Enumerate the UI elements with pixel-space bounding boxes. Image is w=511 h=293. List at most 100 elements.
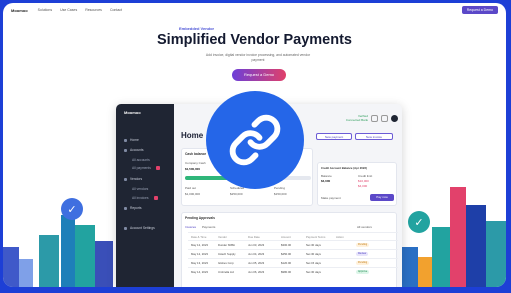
table-cell: May 13, 2023 bbox=[191, 261, 208, 265]
status-badge[interactable]: Review bbox=[356, 251, 369, 256]
table-row[interactable]: May 12, 2023 Initech Supply Jun 04, 2023 $4… bbox=[188, 249, 398, 257]
hero-title: Simplified Vendor Payments bbox=[157, 32, 352, 48]
nav-link-contact[interactable]: Contact bbox=[110, 8, 122, 12]
table-row[interactable]: May 14, 2023 Umbrella Ltd Jun 06, 2023 $980… bbox=[188, 267, 398, 275]
link-icon bbox=[229, 114, 281, 166]
tab-payments[interactable]: Payments bbox=[202, 225, 215, 229]
building-left-1 bbox=[3, 247, 19, 287]
building-left-3 bbox=[39, 235, 59, 287]
card-title: Cash balance bbox=[185, 152, 207, 156]
pay-now-button[interactable]: Pay now bbox=[370, 194, 394, 201]
app-brand: Moomoo bbox=[124, 110, 141, 115]
building-right-3 bbox=[432, 227, 450, 287]
credit-value-c: $4,000 bbox=[358, 184, 368, 188]
pending-approvals-card: Pending Approvals Invoices Payments All … bbox=[181, 212, 398, 287]
sidebar-item-label: Accounts bbox=[130, 148, 144, 152]
limit-label: Credit limit bbox=[358, 174, 373, 178]
table-header-cell: Amount bbox=[281, 235, 291, 239]
table-header-cell: Due Date bbox=[248, 235, 260, 239]
table-cell: May 14, 2023 bbox=[191, 270, 208, 274]
building-left-6 bbox=[95, 241, 113, 287]
sidebar-item-all-vendors[interactable]: All vendors bbox=[132, 187, 148, 191]
page-frame: Moomoo Solutions Use Cases Resources Con… bbox=[3, 3, 506, 287]
sidebar-item-label: Vendors bbox=[130, 177, 143, 181]
bank-icon bbox=[124, 148, 127, 152]
building-right-1 bbox=[400, 247, 418, 287]
table-cell: Jun 06, 2023 bbox=[248, 270, 265, 274]
table-header: Date & Time Vendor Due Date Amount Payment T… bbox=[188, 232, 398, 240]
paid-label: Paid out bbox=[185, 186, 197, 190]
table-header-cell: Action bbox=[336, 235, 344, 239]
table-row[interactable]: May 13, 2023 Globex Corp Jun 05, 2023 $120.… bbox=[188, 258, 398, 266]
building-right-5 bbox=[466, 205, 486, 287]
tab-invoices[interactable]: Invoices bbox=[185, 225, 196, 229]
sidebar-item-all-payments[interactable]: All payments bbox=[132, 166, 160, 170]
avatar[interactable] bbox=[391, 115, 398, 122]
nav-link-solutions[interactable]: Solutions bbox=[38, 8, 52, 12]
table-header-cell: Date & Time bbox=[191, 235, 207, 239]
paid-value: $1,000,000 bbox=[185, 192, 201, 196]
cash-value: $1,500,000 bbox=[185, 167, 201, 171]
vendor-filter[interactable]: All vendors bbox=[357, 225, 372, 229]
reports-icon bbox=[124, 206, 127, 210]
table-cell: Jun 05, 2023 bbox=[248, 261, 265, 265]
sidebar-item-label: All payments bbox=[132, 166, 151, 170]
building-left-5 bbox=[75, 225, 95, 287]
table-cell: Umbrella Ltd bbox=[218, 270, 234, 274]
bank-status: Verified Connected Bank bbox=[346, 114, 368, 122]
sidebar-item-label: Home bbox=[130, 138, 139, 142]
cash-label: Company Cash bbox=[185, 161, 206, 165]
sidebar-item-home[interactable]: Home bbox=[124, 138, 139, 142]
sidebar-item-label: All vendors bbox=[132, 187, 149, 191]
vendor-icon bbox=[124, 177, 127, 181]
table-cell: Globex Corp bbox=[218, 261, 234, 265]
credit-balance-card: Credit Account Balance (Apr 2023) Balanc… bbox=[317, 162, 397, 206]
table-cell: Jun 03, 2023 bbox=[248, 243, 265, 247]
table-cell: Net 15 days bbox=[306, 261, 321, 265]
bell-icon[interactable] bbox=[381, 115, 388, 122]
site-links: Solutions Use Cases Resources Contact bbox=[38, 8, 122, 12]
table-header-cell: Vendor bbox=[218, 235, 227, 239]
hero-demo-button[interactable]: Request a Demo bbox=[232, 69, 286, 81]
building-left-4 bbox=[61, 215, 75, 287]
sidebar-item-label: All accounts bbox=[132, 158, 150, 162]
notification-badge bbox=[153, 196, 158, 200]
balance-value: $4,000 bbox=[321, 179, 331, 183]
new-payment-button[interactable]: New payment bbox=[316, 133, 352, 140]
table-header-cell: Payment Terms bbox=[306, 235, 326, 239]
home-icon bbox=[124, 138, 127, 142]
menu-icon[interactable] bbox=[371, 115, 378, 122]
sidebar-item-label: Reports bbox=[130, 206, 142, 210]
status-badge[interactable]: Pending bbox=[356, 242, 370, 247]
sidebar-item-all-accounts[interactable]: All accounts bbox=[132, 158, 150, 162]
link-badge bbox=[206, 91, 304, 189]
new-invoice-button[interactable]: New invoice bbox=[355, 133, 393, 140]
card-title: Pending Approvals bbox=[185, 216, 215, 220]
nav-link-resources[interactable]: Resources bbox=[85, 8, 102, 12]
table-cell: May 12, 2023 bbox=[191, 243, 208, 247]
sidebar-item-vendors[interactable]: Vendors bbox=[124, 177, 142, 181]
nav-demo-button[interactable]: Request a Demo bbox=[461, 6, 498, 14]
hero-subtitle: Add invoice, digital vendor invoice proc… bbox=[205, 53, 311, 62]
table-cell: $980.00 bbox=[281, 270, 292, 274]
nav-link-use-cases[interactable]: Use Cases bbox=[60, 8, 77, 12]
table-cell: Net 30 days bbox=[306, 243, 321, 247]
sidebar-item-reports[interactable]: Reports bbox=[124, 206, 142, 210]
site-logo[interactable]: Moomoo bbox=[11, 8, 28, 13]
table-cell: Dunder Mifflin bbox=[218, 243, 236, 247]
table-row[interactable]: May 12, 2023 Dunder Mifflin Jun 03, 2023 $3… bbox=[188, 240, 398, 248]
table-cell: $120.00 bbox=[281, 261, 292, 265]
table-cell: Jun 04, 2023 bbox=[248, 252, 265, 256]
status-badge[interactable]: Pending bbox=[356, 260, 370, 265]
sidebar-item-label: All invoices bbox=[132, 196, 149, 200]
app-sidebar: Moomoo Home Accounts All accounts All pa… bbox=[116, 104, 174, 287]
sidebar-item-accounts[interactable]: Accounts bbox=[124, 148, 144, 152]
table-cell: Net 30 days bbox=[306, 270, 321, 274]
building-left-2 bbox=[19, 259, 33, 287]
notification-badge bbox=[155, 166, 160, 170]
sidebar-item-settings[interactable]: Account Settings bbox=[124, 226, 155, 230]
status-badge[interactable]: Approve bbox=[356, 269, 370, 274]
gear-icon bbox=[124, 226, 127, 230]
sidebar-item-all-invoices[interactable]: All invoices bbox=[132, 196, 158, 200]
pending-value: $150,000 bbox=[274, 192, 287, 196]
